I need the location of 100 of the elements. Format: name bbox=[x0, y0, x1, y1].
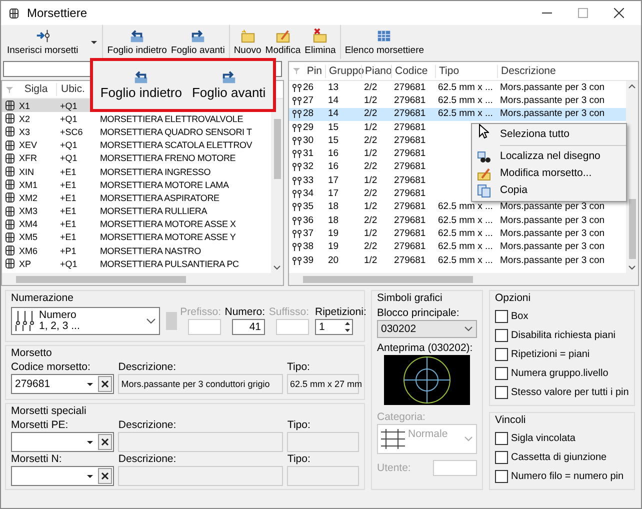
list-row[interactable]: XM3 +E1 MORSETTIERA RULLIERA bbox=[2, 204, 271, 218]
group-title: Opzioni bbox=[495, 292, 532, 305]
table-cell-text: 15 bbox=[327, 122, 340, 134]
mouse-cursor-icon bbox=[479, 124, 489, 139]
toolbar-button[interactable]: Foglio avanti bbox=[192, 69, 266, 101]
checkbox-option[interactable]: Ripetizioni = piani bbox=[495, 345, 629, 364]
vertical-scrollbar[interactable] bbox=[271, 99, 283, 273]
terminal-block-icon bbox=[5, 206, 15, 217]
combo-field[interactable] bbox=[11, 432, 114, 452]
list-row[interactable]: XM2 +E1 MORSETTIERA ASPIRATORE bbox=[2, 191, 271, 204]
vertical-scrollbar[interactable] bbox=[626, 81, 638, 273]
clear-button[interactable] bbox=[98, 376, 112, 392]
maximize-icon bbox=[578, 8, 588, 18]
column-header[interactable]: Tipo bbox=[435, 64, 497, 78]
terminal-block-icon bbox=[5, 245, 15, 256]
list-row[interactable]: XM5 +E1 MORSETTIERA MOTORE ASSE Y bbox=[2, 230, 271, 244]
column-header[interactable]: Piano bbox=[361, 64, 391, 78]
list-row[interactable]: X2 +Q1 MORSETTIERA ELETTROVALVOLE bbox=[2, 112, 271, 126]
checkbox[interactable] bbox=[495, 348, 508, 361]
table-cell-text: Mors.passante per 3 con bbox=[499, 254, 605, 266]
table-cell-text: 27 bbox=[303, 94, 315, 107]
toolbar-button[interactable]: Elimina bbox=[302, 25, 338, 59]
table-row[interactable]: 39 20 1/2 279681 62.5 mm x ... Mors.passante per 3 con bbox=[289, 254, 626, 268]
checkbox[interactable] bbox=[495, 310, 508, 323]
terminal-block-icon bbox=[5, 100, 15, 112]
horizontal-scrollbar[interactable] bbox=[2, 273, 283, 285]
list-row[interactable]: XIN +E1 MORSETTIERA INGRESSO bbox=[2, 164, 271, 178]
combo-field[interactable]: 279681 bbox=[11, 374, 114, 394]
checkbox[interactable] bbox=[495, 470, 508, 483]
checkbox[interactable] bbox=[495, 432, 508, 445]
table-cell-text: 2/2 bbox=[363, 214, 378, 227]
toolbar-button[interactable]: Foglio indietro bbox=[100, 69, 182, 101]
combo-field[interactable] bbox=[11, 466, 114, 486]
table-cell-text: XM4 bbox=[18, 218, 39, 230]
table-row[interactable]: 27 14 1/2 279681 62.5 mm x ... Mors.passante per 3 con bbox=[289, 94, 626, 108]
column-header[interactable]: Descrizione bbox=[497, 64, 607, 78]
menu-item[interactable]: Modifica morsetto... bbox=[472, 165, 626, 182]
table-row[interactable]: 28 14 2/2 279681 62.5 mm x ... Mors.passante per 3 con bbox=[289, 108, 626, 121]
insert-terminal-icon bbox=[34, 28, 51, 44]
table-cell-text: 62.5 mm x ... bbox=[437, 94, 494, 107]
checkbox-option[interactable]: Disabilita richiesta piani bbox=[495, 326, 629, 345]
table-cell-text: XP bbox=[18, 258, 32, 270]
list-row[interactable]: XP +Q1 MORSETTIERA PULSANTIERA PC bbox=[2, 257, 271, 270]
toolbar-button[interactable]: Inserisci morsetti bbox=[5, 25, 100, 59]
table-row[interactable]: 38 19 2/2 279681 62.5 mm x ... Mors.passante per 3 con bbox=[289, 240, 626, 254]
clear-button[interactable] bbox=[98, 434, 112, 450]
scroll-down-icon bbox=[273, 265, 281, 271]
horizontal-scrollbar[interactable] bbox=[289, 273, 638, 285]
text-field[interactable]: 41 bbox=[232, 319, 265, 335]
list-row[interactable]: XM1 +E1 MORSETTIERA MOTORE LAMA bbox=[2, 178, 271, 192]
list-row[interactable]: XFR +Q1 MORSETTIERA FRENO MOTORE bbox=[2, 152, 271, 165]
column-header[interactable]: Codice bbox=[391, 64, 435, 78]
spin-field[interactable]: 1 bbox=[315, 319, 353, 335]
column-header[interactable]: Sigla bbox=[16, 83, 56, 96]
clear-button[interactable] bbox=[98, 468, 112, 484]
checkbox-option[interactable]: Cassetta di giunzione bbox=[495, 448, 629, 467]
table-cell-text: 2/2 bbox=[363, 188, 378, 200]
checkbox[interactable] bbox=[495, 386, 508, 399]
table-cell-text: +Q1 bbox=[59, 112, 78, 125]
table-cell-text: +E1 bbox=[59, 205, 78, 218]
toolbar-button[interactable]: Foglio avanti bbox=[168, 25, 227, 59]
list-row[interactable]: XM4 +E1 MORSETTIERA MOTORE ASSE X bbox=[2, 218, 271, 231]
table-cell-text: +Q1 bbox=[59, 152, 78, 164]
group-title: Simboli grafici bbox=[377, 292, 444, 305]
toolbar-button[interactable]: Elenco morsettiere bbox=[342, 25, 426, 59]
table-row[interactable]: 35 18 1/2 279681 62.5 mm x ... Mors.passante per 3 con bbox=[289, 200, 626, 214]
list-row[interactable]: XM6 +P1 MORSETTIERA NASTRO bbox=[2, 244, 271, 258]
table-cell-text: 279681 bbox=[393, 188, 427, 200]
table-cell-text: 62.5 mm x ... bbox=[437, 241, 494, 254]
terminal-block-icon bbox=[5, 232, 15, 243]
menu-item[interactable]: Copia bbox=[472, 182, 626, 199]
list-row[interactable]: X3 +SC6 MORSETTIERA QUADRO SENSORI T bbox=[2, 125, 271, 139]
table-row[interactable]: 26 13 2/2 279681 62.5 mm x ... Mors.passante per 3 con bbox=[289, 81, 626, 94]
checkbox-option[interactable]: Numera gruppo.livello bbox=[495, 364, 629, 383]
table-cell-text: 30 bbox=[303, 134, 315, 147]
text-field[interactable] bbox=[433, 460, 477, 476]
toolbar-button[interactable]: Nuovo bbox=[232, 25, 264, 59]
toolbar-button[interactable]: Foglio indietro bbox=[105, 25, 169, 59]
scheme-example: 1, 2, 3 ... bbox=[39, 321, 81, 332]
table-cell-text: 20 bbox=[327, 254, 340, 266]
checkbox[interactable] bbox=[495, 451, 508, 464]
checkbox-option[interactable]: Stesso valore per tutti i pin bbox=[495, 383, 629, 402]
checkbox-option[interactable]: Box bbox=[495, 307, 629, 326]
table-row[interactable]: 37 19 1/2 279681 62.5 mm x ... Mors.passante per 3 con bbox=[289, 227, 626, 241]
table-cell: MORSETTIERA ELETTROVALVOLE bbox=[100, 112, 244, 125]
table-row[interactable]: 36 18 2/2 279681 62.5 mm x ... Mors.passante per 3 con bbox=[289, 214, 626, 228]
table-cell-text: 62.5 mm x ... bbox=[437, 228, 494, 240]
numbering-combo[interactable]: Numero 1, 2, 3 ... bbox=[11, 307, 160, 335]
spin-arrows-icon[interactable] bbox=[343, 320, 352, 334]
checkbox-option[interactable]: Sigla vincolata bbox=[495, 429, 629, 448]
list-row[interactable]: XEV +Q1 MORSETTIERA SCATOLA ELETTROV bbox=[2, 138, 271, 152]
checkbox[interactable] bbox=[495, 329, 508, 342]
field-label: Morsetti PE: bbox=[11, 419, 70, 432]
pin-icon bbox=[292, 176, 302, 186]
toolbar-button[interactable]: Modifica bbox=[263, 25, 303, 59]
checkbox-option[interactable]: Numero filo = numero pin bbox=[495, 467, 629, 486]
column-header[interactable]: Gruppo bbox=[325, 64, 361, 78]
column-header[interactable]: Pin bbox=[303, 64, 325, 78]
category-symbol-icon bbox=[381, 428, 405, 450]
checkbox[interactable] bbox=[495, 367, 508, 380]
